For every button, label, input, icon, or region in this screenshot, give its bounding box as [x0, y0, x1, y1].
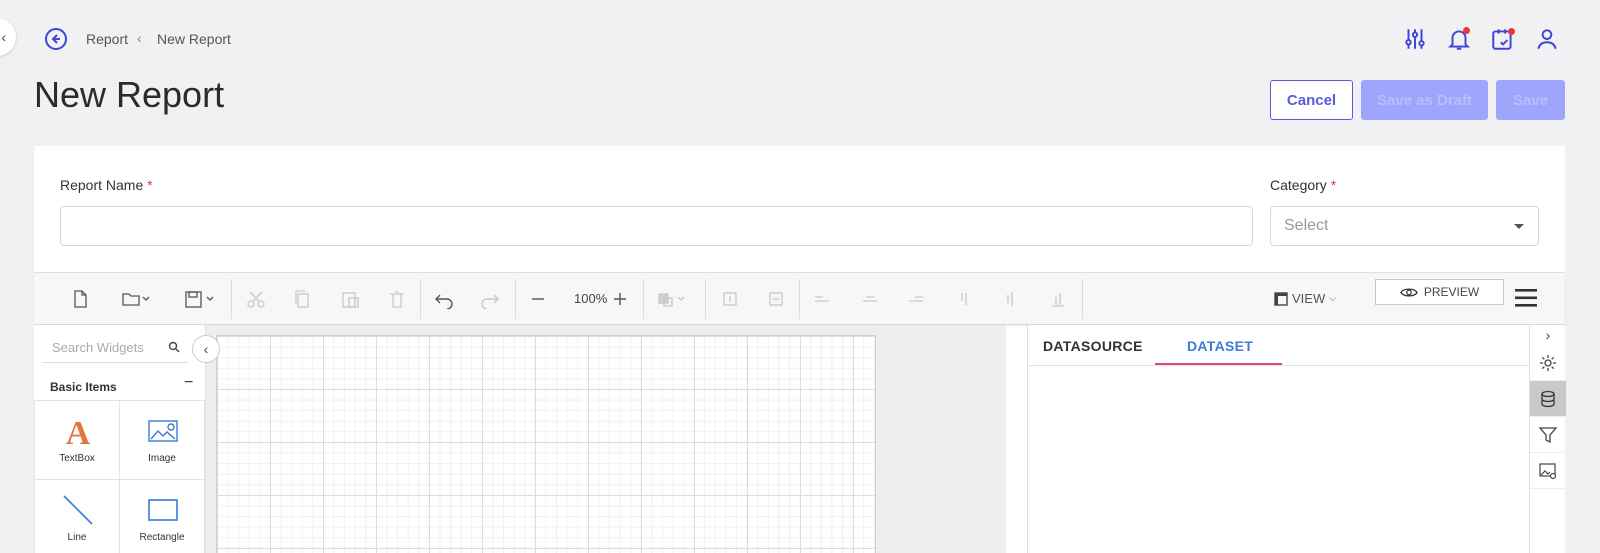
zoom-level: 100%: [574, 291, 608, 306]
database-icon[interactable]: [1530, 381, 1566, 417]
properties-panel: DATASOURCE DATASET: [1027, 325, 1530, 553]
layout-view-icon: [1274, 291, 1288, 306]
widget-textbox[interactable]: A TextBox: [34, 400, 120, 480]
chevron-left-icon: ‹: [203, 341, 209, 357]
filter-settings-icon[interactable]: [1402, 26, 1428, 52]
tab-datasource[interactable]: DATASOURCE: [1043, 338, 1143, 354]
textbox-icon: A: [66, 415, 91, 447]
design-canvas-area: [206, 325, 1006, 553]
cancel-button[interactable]: Cancel: [1270, 80, 1353, 120]
notification-bell-icon[interactable]: [1446, 26, 1472, 52]
widget-line[interactable]: Line: [34, 479, 120, 553]
image-icon: [148, 420, 178, 442]
hamburger-menu-icon[interactable]: [1514, 287, 1538, 309]
search-icon: [168, 341, 180, 353]
align-top-icon[interactable]: [720, 289, 740, 309]
align-middle-icon[interactable]: [766, 289, 786, 309]
properties-rail: ›: [1529, 325, 1566, 553]
category-label: Category *: [1270, 177, 1337, 193]
report-designer: 100% VIEW ⌵ PREVIEW Search Widgets Basic…: [34, 272, 1566, 553]
align-left-icon[interactable]: [812, 289, 832, 309]
open-folder-icon[interactable]: [121, 289, 151, 309]
view-label: VIEW: [1292, 291, 1326, 306]
new-file-icon[interactable]: [70, 289, 90, 309]
active-tab-underline: [1155, 363, 1282, 365]
align-vcenter-icon[interactable]: [1000, 289, 1020, 309]
breadcrumb-separator-icon: ‹: [137, 30, 142, 46]
order-icon[interactable]: [656, 289, 690, 309]
eye-icon: [1399, 287, 1418, 297]
top-icon-bar: [1402, 26, 1560, 52]
report-name-input[interactable]: [60, 206, 1253, 246]
paste-icon[interactable]: [340, 289, 360, 309]
expand-rail-icon[interactable]: ›: [1530, 325, 1566, 345]
tab-divider: [1028, 365, 1530, 366]
collapse-section-icon[interactable]: −: [184, 374, 193, 392]
widget-label: TextBox: [59, 453, 95, 464]
header: Report ‹ New Report: [0, 0, 1600, 78]
settings-gear-icon[interactable]: [1530, 345, 1566, 381]
search-placeholder: Search Widgets: [52, 340, 144, 355]
image-settings-icon[interactable]: [1530, 453, 1566, 489]
preview-label: PREVIEW: [1423, 285, 1480, 299]
page-title: New Report: [34, 74, 225, 115]
copy-icon[interactable]: [292, 289, 312, 309]
widget-label: Line: [67, 532, 87, 543]
align-bottom-icon[interactable]: [1048, 289, 1068, 309]
preview-button[interactable]: PREVIEW: [1375, 279, 1504, 305]
undo-icon[interactable]: [434, 289, 454, 310]
collapse-widgets-button[interactable]: ‹: [192, 335, 220, 363]
widget-section-title: Basic Items: [50, 380, 117, 394]
user-profile-icon[interactable]: [1534, 26, 1560, 52]
view-dropdown[interactable]: VIEW ⌵: [1274, 291, 1336, 306]
save-button[interactable]: Save: [1496, 80, 1565, 120]
align-center-icon[interactable]: [860, 289, 880, 309]
widget-label: Image: [148, 453, 176, 464]
widget-label: Rectangle: [139, 532, 185, 543]
save-file-icon[interactable]: [184, 289, 216, 309]
redo-icon[interactable]: [480, 289, 500, 310]
align-top-edge-icon[interactable]: [954, 289, 974, 309]
tab-dataset[interactable]: DATASET: [1187, 338, 1253, 354]
rectangle-icon: [148, 499, 178, 521]
widget-rectangle[interactable]: Rectangle: [119, 479, 205, 553]
breadcrumb-parent[interactable]: Report: [86, 31, 128, 47]
caret-down-icon: [1514, 224, 1524, 229]
report-form-card: Report Name * Category * Select 100% VIE…: [34, 146, 1566, 553]
category-select[interactable]: Select: [1270, 206, 1539, 246]
breadcrumb-current: New Report: [157, 31, 231, 47]
task-calendar-icon[interactable]: [1490, 26, 1516, 52]
back-arrow-icon[interactable]: [44, 27, 68, 51]
category-placeholder: Select: [1284, 217, 1329, 234]
save-as-draft-button[interactable]: Save as Draft: [1361, 80, 1488, 120]
widget-panel: Search Widgets Basic Items − A TextBox I…: [34, 325, 206, 553]
report-canvas[interactable]: [216, 335, 876, 553]
report-name-label: Report Name *: [60, 177, 153, 193]
line-icon: [63, 495, 93, 525]
svg-text:A: A: [66, 415, 91, 447]
cut-icon[interactable]: [246, 289, 266, 309]
filter-icon[interactable]: [1530, 417, 1566, 453]
align-right-icon[interactable]: [906, 289, 926, 309]
zoom-out-icon[interactable]: [528, 289, 548, 309]
designer-toolbar: 100% VIEW ⌵ PREVIEW: [34, 273, 1565, 325]
widget-search-input[interactable]: Search Widgets: [42, 331, 188, 363]
chevron-down-icon: ⌵: [1329, 293, 1337, 303]
zoom-in-icon[interactable]: [610, 289, 630, 309]
widget-image[interactable]: Image: [119, 400, 205, 480]
delete-icon[interactable]: [387, 289, 407, 309]
